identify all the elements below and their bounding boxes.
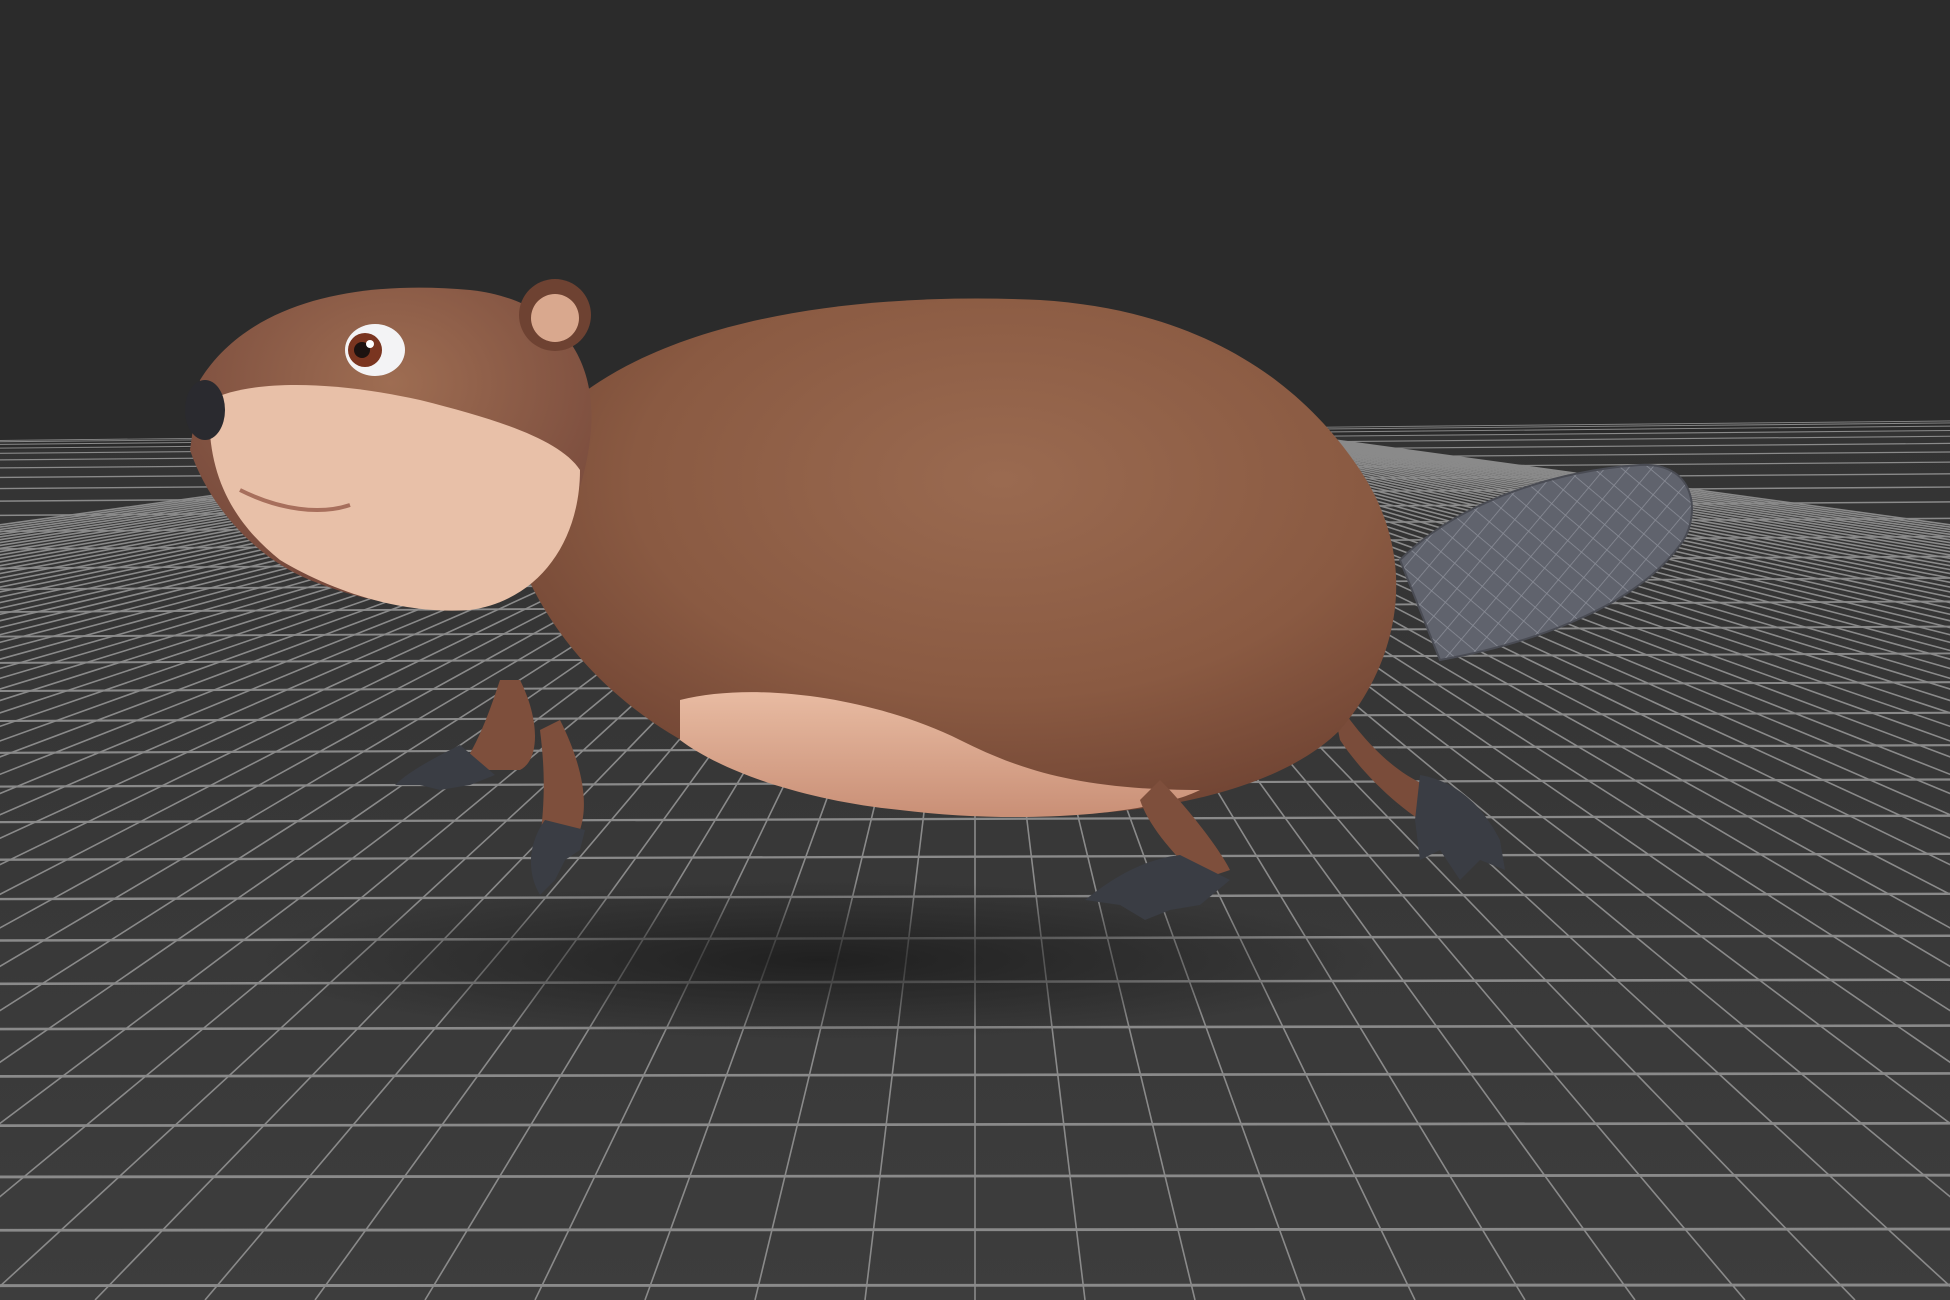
3d-viewport[interactable]	[0, 0, 1950, 1300]
beaver-nose	[185, 380, 225, 440]
scene-svg[interactable]	[0, 0, 1950, 1300]
model-shadow	[260, 880, 1380, 1040]
